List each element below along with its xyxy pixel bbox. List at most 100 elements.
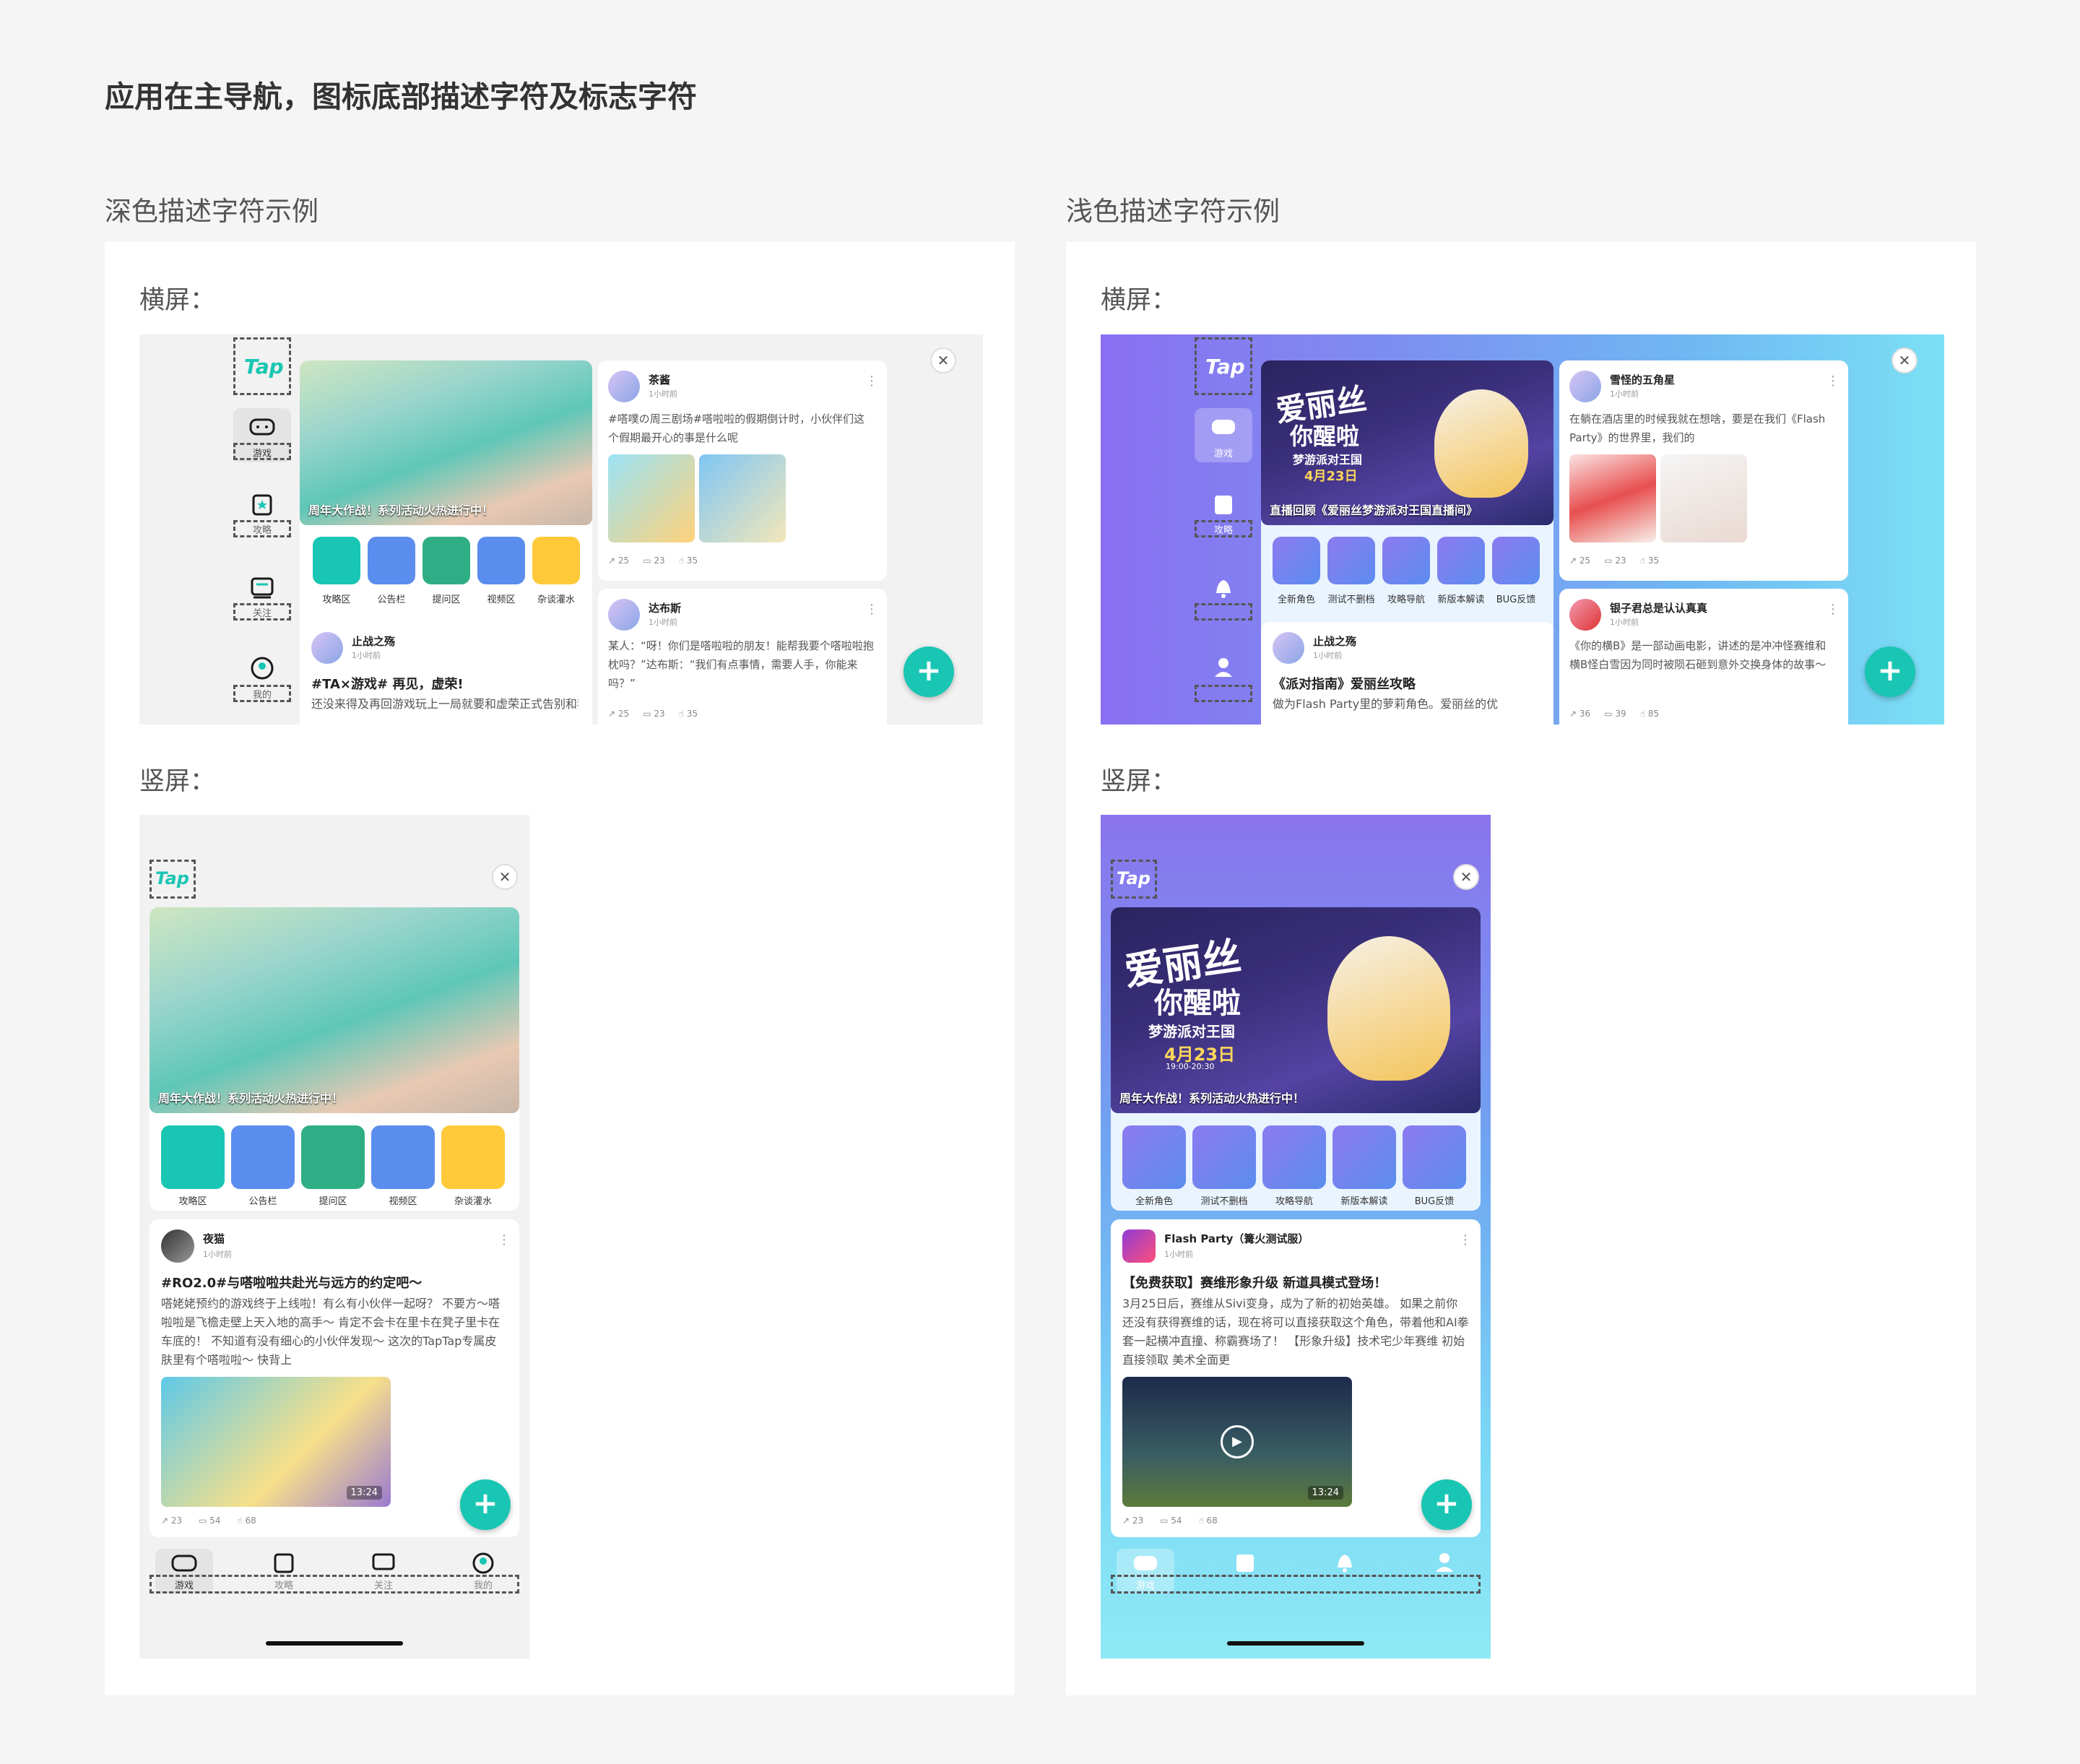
tile-guide[interactable]: [1382, 537, 1430, 584]
banner-image[interactable]: 周年大作战！系列活动火热进行中！: [150, 907, 519, 1113]
comment-icon: ▭: [1160, 1516, 1169, 1526]
tile-label: 全新角色: [1135, 1196, 1173, 1207]
tile-test[interactable]: [1327, 537, 1375, 584]
tile-version[interactable]: [1437, 537, 1485, 584]
tile-video[interactable]: [371, 1125, 435, 1189]
close-icon[interactable]: ✕: [492, 864, 518, 890]
tap-logo: Tap: [1205, 355, 1245, 379]
tile-notice[interactable]: [231, 1125, 295, 1189]
tile-role[interactable]: [1273, 537, 1320, 584]
more-icon[interactable]: ⋮: [1459, 1232, 1472, 1248]
tile-guide[interactable]: [1262, 1125, 1326, 1189]
nav-item-notify[interactable]: [1195, 573, 1252, 627]
tile-role[interactable]: [1122, 1125, 1186, 1189]
gamepad-icon: [249, 418, 275, 436]
light-section-title: 浅色描述字符示例: [1066, 196, 1280, 227]
post-user: Flash Party（篝火测试服）: [1164, 1232, 1309, 1245]
more-icon[interactable]: ⋮: [1826, 602, 1840, 617]
avatar: [1569, 599, 1601, 631]
banner-image[interactable]: 爱丽丝 你醒啦 梦游派对王国 4月23日 直播回顾《爱丽丝梦游派对王国直播间》: [1261, 360, 1554, 525]
tile-notice[interactable]: [368, 537, 415, 584]
post-user: 止战之殇: [352, 635, 396, 648]
post-title: #RO2.0#与嗒啦啦共赴光与远方的约定吧～: [161, 1276, 422, 1291]
post-image[interactable]: [1660, 454, 1747, 542]
play-icon[interactable]: ▶: [1221, 1425, 1254, 1458]
post-time: 1小时前: [352, 651, 381, 660]
post-time: 1小时前: [1610, 618, 1639, 627]
more-icon[interactable]: ⋮: [865, 373, 878, 389]
more-icon[interactable]: ⋮: [498, 1232, 511, 1248]
dark-panel: 横屏： Tap 游戏 攻略 关注 我的 周年大作战！系列活动火热进行中！ 攻略区…: [105, 242, 1015, 1695]
tile-bug[interactable]: [1403, 1125, 1466, 1189]
post-image[interactable]: [608, 454, 695, 542]
post-text: #嗒噗の周三剧场#嗒啦啦的假期倒计时，小伙伴们这个假期最开心的事是什么呢: [608, 412, 865, 444]
tile-label: 全新角色: [1277, 595, 1315, 605]
close-icon[interactable]: ✕: [1453, 864, 1479, 890]
post-card[interactable]: 止战之殇 1小时前 《派对指南》爱丽丝攻略 做为Flash Party里的萝莉角…: [1261, 622, 1554, 725]
tile-label: 攻略导航: [1275, 1196, 1313, 1207]
post-card[interactable]: 银子君总是认认真真 1小时前 ⋮ 《你的横B》是一部动画电影，讲述的是冲冲怪赛维…: [1559, 589, 1848, 725]
share-icon: ↗: [608, 709, 616, 719]
tile-bug[interactable]: [1492, 537, 1540, 584]
close-icon[interactable]: ✕: [930, 347, 956, 373]
tile-guide[interactable]: [161, 1125, 225, 1189]
post-video[interactable]: ▶ 13:24: [1122, 1377, 1352, 1507]
tile-chat[interactable]: [532, 537, 580, 584]
banner-caption: 周年大作战！系列活动火热进行中！: [1119, 1091, 1305, 1105]
avatar: [608, 371, 640, 402]
nav-item-me[interactable]: 我的: [233, 652, 291, 706]
tile-label: 提问区: [318, 1196, 347, 1207]
tile-chat[interactable]: [441, 1125, 505, 1189]
plus-icon[interactable]: +: [460, 1479, 511, 1530]
tile-question[interactable]: [301, 1125, 365, 1189]
nav-item-me[interactable]: [1195, 652, 1252, 706]
more-icon[interactable]: ⋮: [1826, 373, 1840, 389]
nav-item-games[interactable]: 游戏: [233, 408, 291, 462]
banner-image[interactable]: 爱丽丝 你醒啦 梦游派对王国 4月23日 19:00-20:30 周年大作战！系…: [1111, 907, 1481, 1113]
plus-icon[interactable]: +: [1421, 1479, 1472, 1530]
label-frame: [1195, 603, 1252, 621]
post-card[interactable]: 止战之殇 1小时前 #TA×游戏# 再见，虚荣! 还没来得及再回游戏玩上一局就要…: [300, 622, 592, 725]
close-icon[interactable]: ✕: [1892, 347, 1918, 373]
avatar: [161, 1229, 194, 1263]
banner-image[interactable]: 周年大作战！系列活动火热进行中！: [300, 360, 592, 525]
tile-question[interactable]: [422, 537, 470, 584]
label-frame: [233, 520, 291, 537]
post-video[interactable]: 13:24: [161, 1377, 391, 1507]
star-book-icon: [274, 1553, 294, 1573]
profile-icon: [1215, 658, 1232, 677]
tap-logo: Tap: [244, 355, 284, 379]
post-card[interactable]: 夜猫 1小时前 ⋮ #RO2.0#与嗒啦啦共赴光与远方的约定吧～ 嗒姥姥预约的游…: [150, 1219, 519, 1537]
more-icon[interactable]: ⋮: [865, 602, 878, 617]
tile-label: BUG反馈: [1414, 1196, 1455, 1207]
tile-label: 攻略导航: [1387, 595, 1425, 605]
nav-item-games[interactable]: 游戏: [1195, 408, 1252, 462]
plus-icon[interactable]: +: [904, 647, 954, 697]
nav-item-follow[interactable]: 关注: [233, 573, 291, 627]
plus-icon[interactable]: +: [1865, 647, 1915, 697]
light-panel: 横屏： Tap 游戏 攻略 爱丽丝 你醒啦 梦游派对王国 4月23日 直播回顾《…: [1066, 242, 1976, 1695]
post-time: 1小时前: [649, 389, 677, 399]
tile-video[interactable]: [477, 537, 525, 584]
post-card[interactable]: Flash Party（篝火测试服） 1小时前 ⋮ 【免费获取】赛维形象升级 新…: [1111, 1219, 1481, 1537]
post-card[interactable]: 达布斯 1小时前 ⋮ 某人：“呀！你们是嗒啦啦的朋友！能帮我要个嗒啦啦抱枕吗？”…: [598, 589, 887, 725]
post-user: 止战之殇: [1313, 635, 1357, 648]
post-card[interactable]: 茶酱 1小时前 ⋮ #嗒噗の周三剧场#嗒啦啦的假期倒计时，小伙伴们这个假期最开心…: [598, 360, 887, 581]
tile-test[interactable]: [1192, 1125, 1256, 1189]
post-card[interactable]: 雪怪的五角星 1小时前 ⋮ 在躺在酒店里的时候我就在想啥，要是在我们《Flash…: [1559, 360, 1848, 581]
profile-icon: [1436, 1553, 1453, 1572]
nav-item-guide[interactable]: 攻略: [233, 490, 291, 544]
like-icon: ☝: [237, 1516, 243, 1526]
post-image[interactable]: [1569, 454, 1656, 542]
tile-guide[interactable]: [313, 537, 360, 584]
page-title: 应用在主导航，图标底部描述字符及标志字符: [105, 79, 697, 114]
nav-item-guide[interactable]: 攻略: [1195, 490, 1252, 544]
post-user: 银子君总是认认真真: [1610, 602, 1708, 615]
post-text: 某人：“呀！你们是嗒啦啦的朋友！能帮我要个嗒啦啦抱枕吗？”达布斯：“我们有点事情…: [608, 639, 874, 690]
comment-icon: ▭: [1604, 709, 1613, 719]
post-image[interactable]: [699, 454, 786, 542]
share-icon: ↗: [1569, 555, 1577, 566]
comment-icon: ▭: [643, 709, 651, 719]
post-user: 雪怪的五角星: [1610, 373, 1676, 386]
tile-version[interactable]: [1332, 1125, 1396, 1189]
